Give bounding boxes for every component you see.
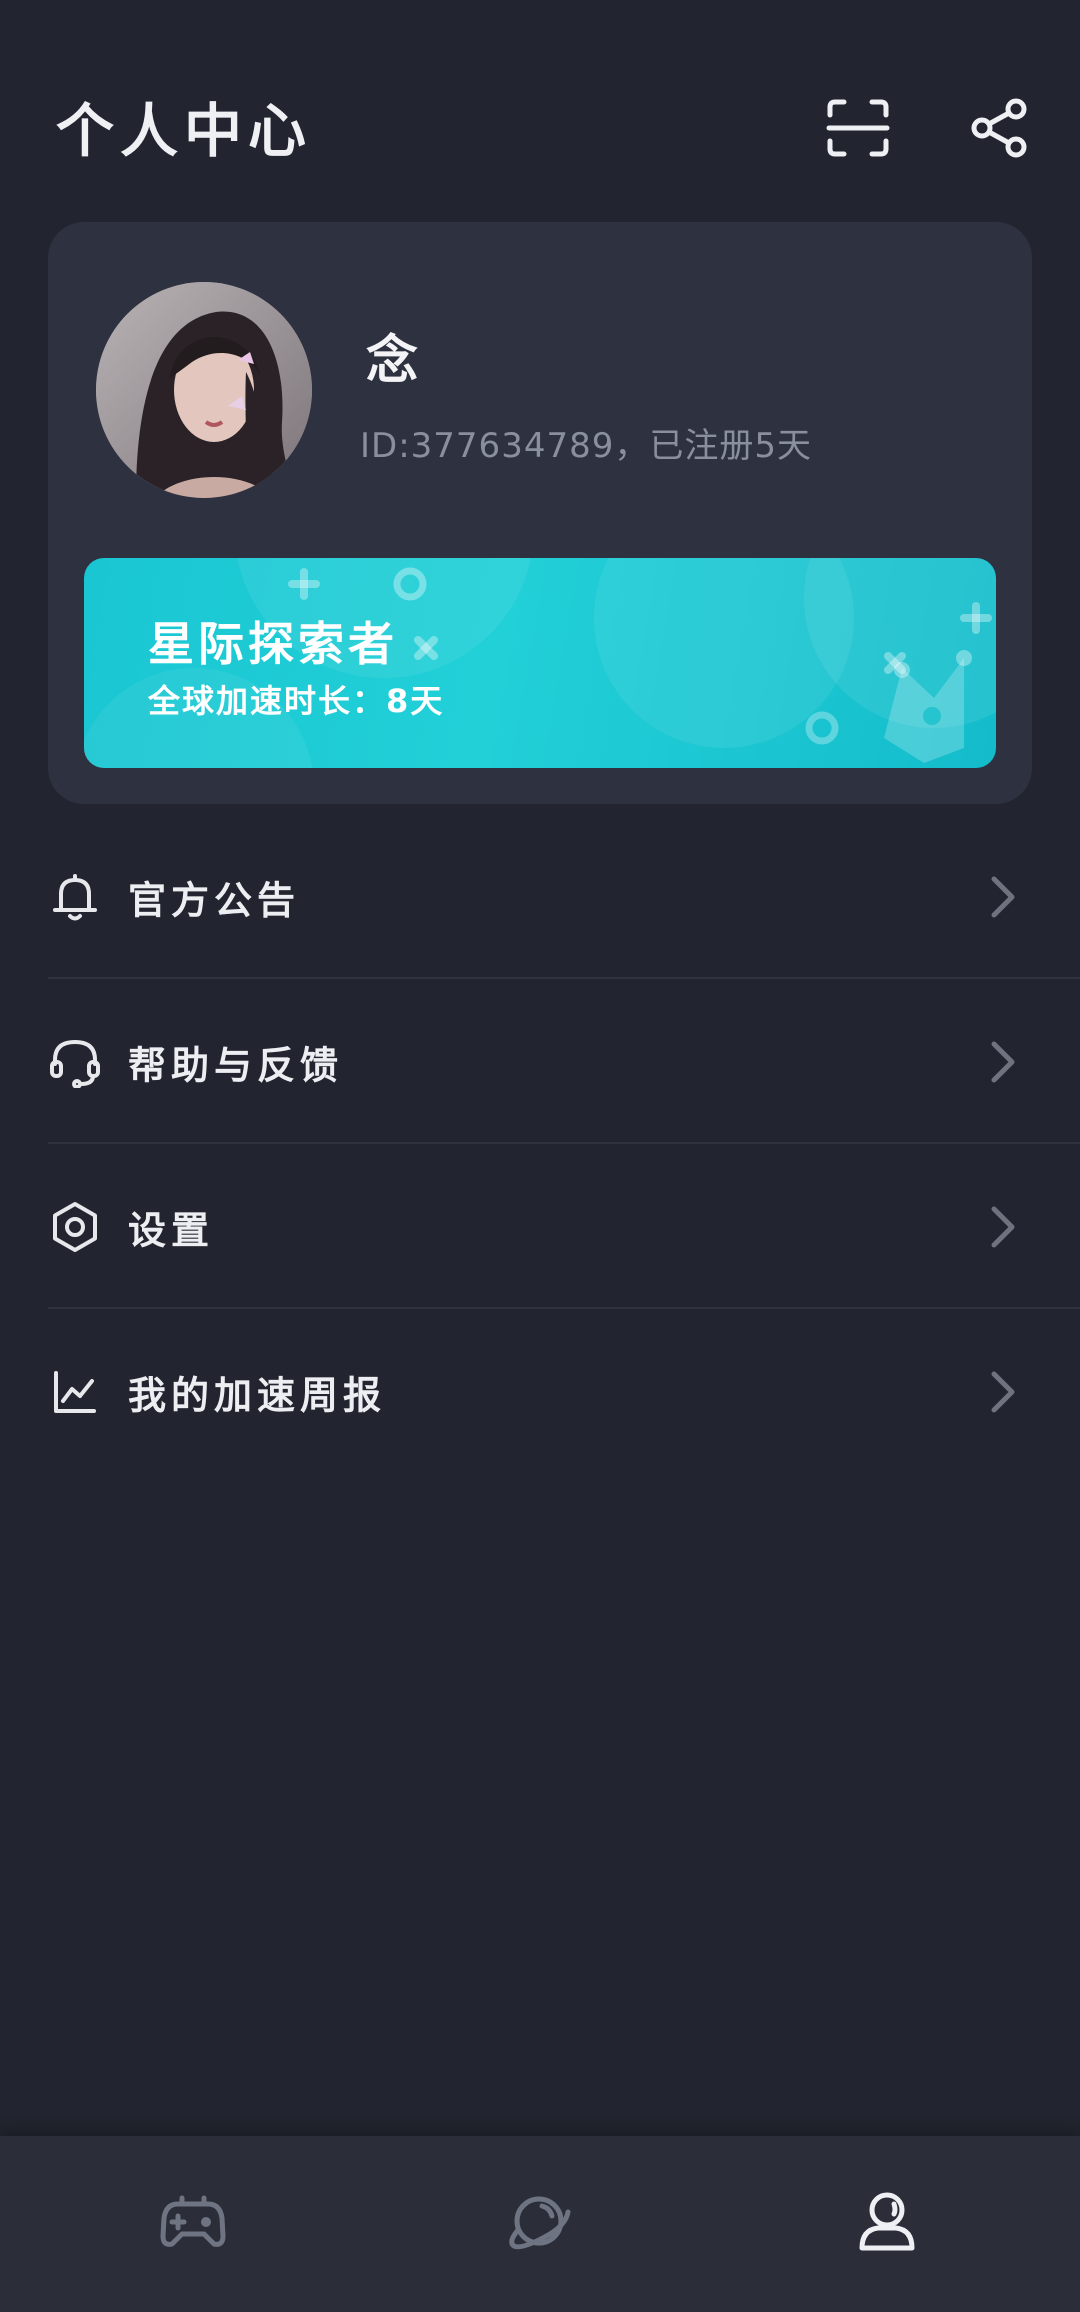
- headset-icon: [48, 1035, 102, 1089]
- vip-title: 星际探索者: [148, 617, 398, 671]
- scan-icon[interactable]: [822, 92, 894, 164]
- chart-icon: [48, 1365, 102, 1419]
- page-title: 个人中心: [56, 97, 313, 165]
- menu-item-help-feedback[interactable]: 帮助与反馈: [0, 979, 1080, 1144]
- gamepad-icon: [160, 2195, 226, 2247]
- profile-icon: [859, 2192, 915, 2251]
- vip-duration: 全球加速时长：8天: [148, 682, 445, 720]
- bottom-tab-bar: [0, 2136, 1080, 2312]
- vip-banner[interactable]: 星际探索者 全球加速时长：8天: [84, 558, 996, 768]
- planet-icon: [509, 2196, 571, 2250]
- tab-games[interactable]: [148, 2176, 238, 2266]
- chevron-right-icon: [991, 1041, 1015, 1082]
- user-id: ID:377634789，已注册5天: [360, 426, 812, 466]
- menu-label: 帮助与反馈: [128, 1043, 344, 1087]
- bell-icon: [48, 870, 102, 924]
- menu-item-settings[interactable]: 设置: [0, 1144, 1080, 1309]
- menu-item-announcements[interactable]: 官方公告: [0, 814, 1080, 979]
- settings-icon: [48, 1200, 102, 1254]
- menu-label: 我的加速周报: [128, 1373, 387, 1417]
- menu-item-weekly-report[interactable]: 我的加速周报: [0, 1309, 1080, 1474]
- tab-me[interactable]: [842, 2176, 932, 2266]
- header: 个人中心: [0, 0, 1080, 200]
- profile-card[interactable]: 念 ID:377634789，已注册5天 星际探索者 全球加速时长：8天: [48, 222, 1032, 804]
- menu-label: 官方公告: [128, 878, 301, 922]
- chevron-right-icon: [991, 876, 1015, 917]
- avatar[interactable]: [96, 282, 312, 498]
- share-icon[interactable]: [964, 92, 1036, 164]
- chevron-right-icon: [991, 1206, 1015, 1247]
- menu-label: 设置: [128, 1208, 215, 1252]
- user-name: 念: [366, 331, 419, 391]
- tab-discover[interactable]: [494, 2176, 584, 2266]
- chevron-right-icon: [991, 1371, 1015, 1412]
